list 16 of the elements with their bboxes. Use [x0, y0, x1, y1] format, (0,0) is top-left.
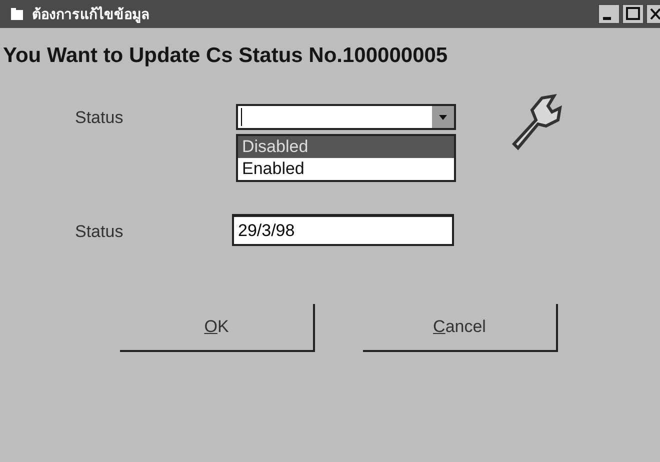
field-label: Status — [74, 107, 124, 128]
dropdown-button[interactable] — [432, 106, 454, 128]
dialog-button[interactable]: Cancel — [363, 304, 558, 352]
dropdown-option[interactable]: Disabled — [238, 136, 454, 158]
window-icon — [10, 7, 24, 21]
window-title: ต้องการแก้ไขข้อมูล — [32, 5, 150, 25]
close-button[interactable] — [646, 4, 660, 24]
status-dropdown[interactable] — [236, 104, 456, 130]
dropdown-option[interactable]: Enabled — [238, 158, 454, 180]
dialog-button[interactable]: OK — [120, 304, 315, 352]
field-label: Status — [74, 221, 124, 242]
caret-icon — [439, 114, 447, 120]
date-field[interactable]: 29/3/98 — [232, 214, 454, 246]
maximize-button[interactable] — [622, 4, 644, 24]
minimize-button[interactable] — [598, 4, 620, 24]
dialog-heading: You Want to Update Cs Status No.100000005 — [2, 44, 449, 68]
